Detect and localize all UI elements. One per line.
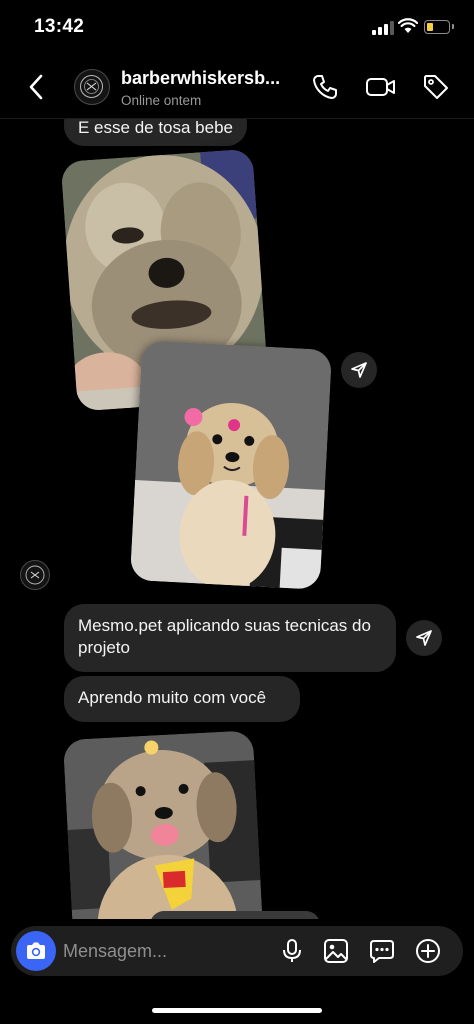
home-indicator[interactable] xyxy=(152,1008,322,1013)
send-icon xyxy=(351,362,367,378)
voice-message-button[interactable] xyxy=(281,938,303,969)
message-bubble: Mesmo.pet aplicando suas tecnicas do pro… xyxy=(64,604,396,672)
status-time: 13:42 xyxy=(34,16,85,37)
message-composer xyxy=(11,926,463,976)
tag-button[interactable] xyxy=(422,73,450,106)
video-icon xyxy=(366,78,395,96)
message-input[interactable] xyxy=(63,926,263,976)
partial-photo-preview[interactable] xyxy=(150,911,320,919)
sticker-button[interactable] xyxy=(369,938,395,969)
dog-photo-after[interactable] xyxy=(129,340,333,590)
more-options-button[interactable] xyxy=(415,938,441,969)
contact-name[interactable]: barberwhiskersb... xyxy=(121,68,296,89)
back-icon xyxy=(29,74,43,100)
wifi-icon xyxy=(397,18,419,39)
battery-icon xyxy=(424,20,454,34)
tag-icon xyxy=(424,75,448,99)
chat-thread[interactable]: E esse de tosa bebe Mesmo.pet aplicando … xyxy=(0,119,474,919)
chat-header: barberwhiskersb... Online ontem xyxy=(0,58,474,119)
contact-avatar[interactable] xyxy=(74,69,110,105)
microphone-icon xyxy=(283,939,301,962)
add-icon xyxy=(416,939,440,963)
dog-photo-tie[interactable] xyxy=(62,730,266,919)
voice-call-button[interactable] xyxy=(311,73,339,106)
contact-status: Online ontem xyxy=(121,93,202,108)
gallery-button[interactable] xyxy=(323,938,349,969)
sender-avatar[interactable] xyxy=(20,560,50,590)
cellular-signal-icon xyxy=(372,21,394,35)
video-call-button[interactable] xyxy=(365,73,397,106)
message-bubble: Aprendo muito com você xyxy=(64,676,300,722)
gallery-icon xyxy=(324,939,348,963)
sticker-icon xyxy=(370,940,394,963)
send-icon xyxy=(416,630,432,646)
phone-icon xyxy=(313,75,337,99)
back-button[interactable] xyxy=(28,74,44,105)
camera-icon xyxy=(27,942,45,959)
message-bubble: E esse de tosa bebe xyxy=(64,119,248,146)
camera-button[interactable] xyxy=(16,931,56,971)
share-message-button[interactable] xyxy=(406,620,442,656)
share-photo-button[interactable] xyxy=(341,352,377,388)
